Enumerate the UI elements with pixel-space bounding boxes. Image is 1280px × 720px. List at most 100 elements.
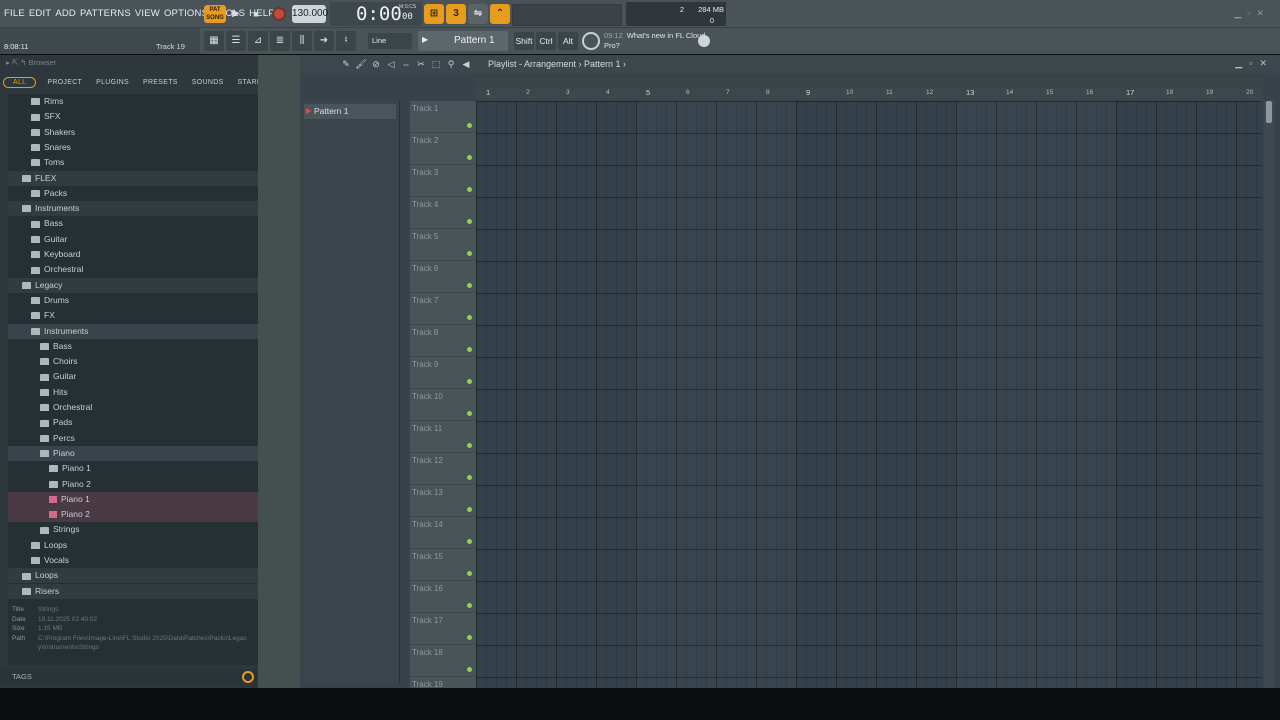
browser-folder-item[interactable]: Hits bbox=[8, 385, 258, 400]
browser-file-item[interactable]: Piano 1 bbox=[8, 491, 258, 507]
track-mute-led[interactable] bbox=[467, 603, 472, 608]
track-header[interactable]: Track 1 bbox=[410, 101, 476, 133]
track-mute-led[interactable] bbox=[467, 219, 472, 224]
pattern-item[interactable]: Pattern 1 bbox=[304, 104, 396, 119]
track-mute-led[interactable] bbox=[467, 347, 472, 352]
track-header[interactable]: Track 3 bbox=[410, 165, 476, 197]
browser-folder-item[interactable]: Drums bbox=[8, 293, 258, 308]
track-header[interactable]: Track 13 bbox=[410, 485, 476, 517]
track-header[interactable]: Track 14 bbox=[410, 517, 476, 549]
browser-folder-item[interactable]: Loops bbox=[8, 568, 258, 584]
track-mute-led[interactable] bbox=[467, 315, 472, 320]
browser-folder-item[interactable]: Toms bbox=[8, 155, 258, 170]
browser-folder-item[interactable]: Instruments bbox=[8, 323, 258, 339]
track-mute-led[interactable] bbox=[467, 635, 472, 640]
timeline-ruler[interactable]: 1 2 3 4 5 6 7 8 9 10 11 12 13 14 15 16 17 18 19 20 bbox=[476, 88, 1262, 100]
tab-all[interactable]: ALL bbox=[3, 76, 37, 88]
track-header[interactable]: Track 5 bbox=[410, 229, 476, 261]
track-header[interactable]: Track 19 bbox=[410, 677, 476, 688]
scrollbar-thumb[interactable] bbox=[1266, 101, 1272, 123]
browser-folder-item[interactable]: Pads bbox=[8, 415, 258, 430]
shift-key-button[interactable]: Shift bbox=[514, 32, 534, 50]
browser-folder-item[interactable]: Rims bbox=[8, 94, 258, 109]
tab-sounds[interactable]: SOUNDS bbox=[185, 79, 231, 86]
track-header[interactable]: Track 18 bbox=[410, 645, 476, 677]
zoom-tool-icon[interactable]: ⚲ bbox=[445, 58, 457, 70]
track-header[interactable]: Track 15 bbox=[410, 549, 476, 581]
track-header[interactable]: Track 12 bbox=[410, 453, 476, 485]
browser-folder-item[interactable]: Legacy bbox=[8, 277, 258, 293]
browser-folder-item[interactable]: Packs bbox=[8, 186, 258, 201]
tab-plugins[interactable]: PLUGINS bbox=[89, 79, 136, 86]
window-controls[interactable]: ▁▫✕ bbox=[1234, 8, 1270, 19]
track-mute-led[interactable] bbox=[467, 251, 472, 256]
arrow-button[interactable]: ➜ bbox=[314, 31, 334, 51]
track-header[interactable]: Track 16 bbox=[410, 581, 476, 613]
browser-folder-item[interactable]: FX bbox=[8, 308, 258, 323]
browser-nav-icon[interactable]: ▸ ⇱ ↰ bbox=[6, 58, 29, 67]
browser-folder-item[interactable]: Snares bbox=[8, 140, 258, 155]
track-header[interactable]: Track 9 bbox=[410, 357, 476, 389]
menu-options[interactable]: OPTIONS bbox=[164, 8, 208, 19]
track-mute-led[interactable] bbox=[467, 507, 472, 512]
track-mute-led[interactable] bbox=[467, 411, 472, 416]
paint-tool-icon[interactable]: 🖌 bbox=[355, 58, 367, 70]
piano-roll-button[interactable]: ⊿ bbox=[248, 31, 268, 51]
menu-add[interactable]: ADD bbox=[55, 8, 76, 19]
globe-icon[interactable] bbox=[698, 35, 710, 47]
delete-tool-icon[interactable]: ⊘ bbox=[370, 58, 382, 70]
ctrl-key-button[interactable]: Ctrl bbox=[536, 32, 556, 50]
blend-notes-button[interactable]: ⇋ bbox=[468, 4, 488, 24]
track-header[interactable]: Track 17 bbox=[410, 613, 476, 645]
browser-folder-item[interactable]: Guitar bbox=[8, 232, 258, 247]
tab-project[interactable]: PROJECT bbox=[40, 79, 89, 86]
browser-file-item[interactable]: Piano 2 bbox=[8, 507, 258, 523]
browser-folder-item[interactable]: Piano 1 bbox=[8, 461, 258, 476]
pattern-selector[interactable]: ▶ Pattern 1 bbox=[418, 31, 508, 51]
alt-key-button[interactable]: Alt bbox=[558, 32, 578, 50]
track-mute-led[interactable] bbox=[467, 667, 472, 672]
browser-folder-item[interactable]: Strings bbox=[8, 522, 258, 537]
track-mute-led[interactable] bbox=[467, 475, 472, 480]
track-mute-led[interactable] bbox=[467, 123, 472, 128]
play-button[interactable]: ▶ bbox=[228, 5, 244, 23]
track-header[interactable]: Track 11 bbox=[410, 421, 476, 453]
tags-label[interactable]: TAGS bbox=[12, 672, 32, 681]
browser-folder-item[interactable]: Bass bbox=[8, 216, 258, 231]
track-mute-led[interactable] bbox=[467, 571, 472, 576]
browser-folder-item[interactable]: FLEX bbox=[8, 170, 258, 186]
menu-view[interactable]: VIEW bbox=[135, 8, 160, 19]
browser-folder-item[interactable]: Piano bbox=[8, 445, 258, 461]
slice-tool-icon[interactable]: ✂ bbox=[415, 58, 427, 70]
horizontal-scrollbar[interactable] bbox=[476, 77, 1262, 87]
browser-folder-item[interactable]: Orchestral bbox=[8, 400, 258, 415]
browser-folder-item[interactable]: Risers bbox=[8, 583, 258, 599]
news-icon[interactable] bbox=[582, 32, 600, 50]
channel-rack-button[interactable]: ☰ bbox=[226, 31, 246, 51]
tab-presets[interactable]: PRESETS bbox=[136, 79, 185, 86]
vertical-scrollbar[interactable] bbox=[1264, 101, 1274, 688]
track-header[interactable]: Track 8 bbox=[410, 325, 476, 357]
playlist-button[interactable]: ≣ bbox=[270, 31, 290, 51]
metronome-button[interactable]: ⌃ bbox=[490, 4, 510, 24]
browser-folder-item[interactable]: Loops bbox=[8, 538, 258, 553]
track-header[interactable]: Track 10 bbox=[410, 389, 476, 421]
track-mute-led[interactable] bbox=[467, 283, 472, 288]
pat-song-toggle[interactable]: PAT SONG bbox=[204, 5, 226, 23]
track-mute-led[interactable] bbox=[467, 443, 472, 448]
menu-edit[interactable]: EDIT bbox=[29, 8, 51, 19]
mixer-button[interactable]: ⫼ bbox=[292, 31, 312, 51]
stop-button[interactable]: ■ bbox=[248, 5, 264, 23]
countdown-button[interactable]: 3 bbox=[446, 4, 466, 24]
track-mute-led[interactable] bbox=[467, 155, 472, 160]
browser-folder-item[interactable]: Choirs bbox=[8, 354, 258, 369]
arrangement-grid[interactable] bbox=[476, 101, 1262, 688]
tempo-display[interactable]: 130.000 bbox=[292, 5, 328, 23]
browser-folder-item[interactable]: Instruments bbox=[8, 201, 258, 217]
menu-file[interactable]: FILE bbox=[4, 8, 25, 19]
browser-folder-item[interactable]: Vocals bbox=[8, 553, 258, 568]
track-mute-led[interactable] bbox=[467, 379, 472, 384]
track-mute-led[interactable] bbox=[467, 187, 472, 192]
menu-patterns[interactable]: PATTERNS bbox=[80, 8, 131, 19]
browser-folder-item[interactable]: Guitar bbox=[8, 369, 258, 384]
